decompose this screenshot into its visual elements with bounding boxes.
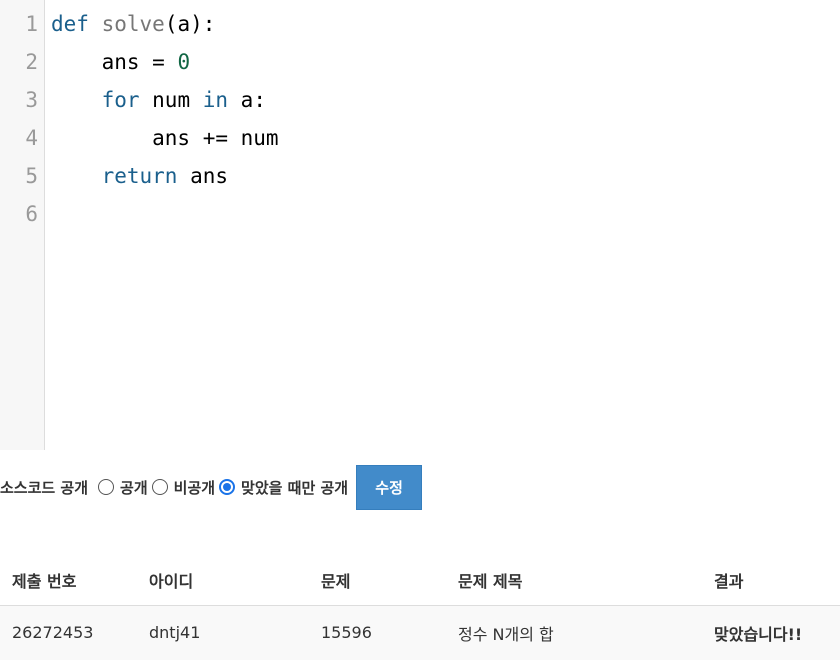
code-editor[interactable]: 1 2 3 4 5 6 def solve(a): ans = 0 for num in … <box>0 0 840 450</box>
line-number: 4 <box>25 126 38 150</box>
code-line[interactable]: ans += num <box>51 119 279 157</box>
code-token: num <box>139 88 203 112</box>
user-id-link[interactable]: dntj41 <box>137 605 309 660</box>
code-token: ans += num <box>51 126 279 150</box>
header-result: 결과 <box>702 555 840 606</box>
table-header-row: 제출 번호 아이디 문제 문제 제목 결과 <box>0 555 840 606</box>
code-token: 0 <box>177 50 191 74</box>
code-token: def <box>51 12 89 36</box>
save-button[interactable]: 수정 <box>356 465 423 510</box>
code-token: solve <box>101 12 165 36</box>
code-area[interactable]: def solve(a): ans = 0 for num in a: ans … <box>45 0 279 450</box>
line-number: 3 <box>25 88 38 112</box>
problem-link[interactable]: 15596 <box>309 605 446 660</box>
header-problem: 문제 <box>309 555 446 606</box>
code-token: for <box>101 88 140 112</box>
line-number: 6 <box>25 202 38 226</box>
line-number: 5 <box>25 164 38 188</box>
code-token: ans <box>177 164 229 188</box>
code-token: a: <box>228 88 266 112</box>
code-token: ans = <box>51 50 178 74</box>
radio-public-when-accepted[interactable] <box>219 478 236 495</box>
source-visibility-row: 소스코드 공개 공개 비공개 맞았을 때만 공개 수정 <box>0 465 423 510</box>
radio-private-label[interactable]: 비공개 <box>174 477 215 498</box>
submission-id: 26272453 <box>0 605 137 660</box>
radio-public-label[interactable]: 공개 <box>120 477 148 498</box>
header-submission-id: 제출 번호 <box>0 555 137 606</box>
code-line[interactable]: def solve(a): <box>51 5 279 43</box>
problem-title: 정수 N개의 합 <box>446 605 702 660</box>
header-problem-title: 문제 제목 <box>446 555 702 606</box>
line-number: 2 <box>25 50 38 74</box>
radio-public-when-accepted-label[interactable]: 맞았을 때만 공개 <box>241 477 348 498</box>
code-token: return <box>101 164 178 188</box>
code-token: (a): <box>164 12 216 36</box>
result-status: 맞았습니다!! <box>702 605 840 660</box>
code-line[interactable]: for num in a: <box>51 81 279 119</box>
line-number: 1 <box>25 12 38 36</box>
line-number-gutter: 1 2 3 4 5 6 <box>0 0 45 450</box>
source-visibility-label: 소스코드 공개 <box>0 479 89 497</box>
submission-table: 제출 번호 아이디 문제 문제 제목 결과 26272453 dntj41 15… <box>0 555 840 660</box>
code-line[interactable]: ans = 0 <box>51 43 279 81</box>
header-user-id: 아이디 <box>137 555 309 606</box>
table-row: 26272453 dntj41 15596 정수 N개의 합 맞았습니다!! <box>0 605 840 660</box>
code-token: in <box>202 88 229 112</box>
radio-private[interactable] <box>151 478 168 495</box>
radio-public[interactable] <box>98 478 115 495</box>
code-line[interactable] <box>51 195 279 233</box>
code-line[interactable]: return ans <box>51 157 279 195</box>
